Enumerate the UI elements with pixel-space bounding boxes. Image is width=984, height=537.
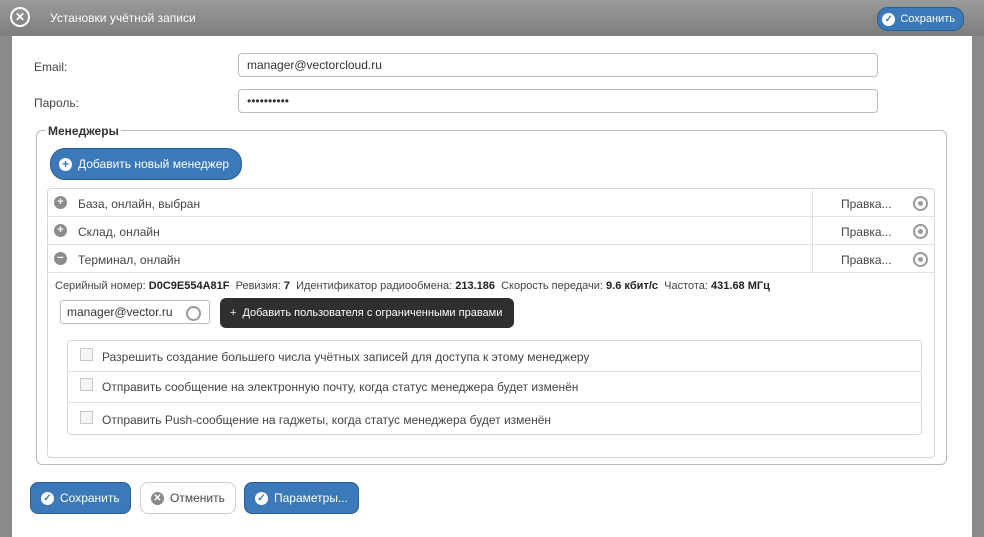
- password-field[interactable]: ••••••••••: [238, 89, 878, 113]
- check-icon: ✓: [882, 12, 896, 26]
- manager-details: Серийный номер: D0C9E554A81F Ревизия: 7 …: [55, 280, 770, 292]
- serial-value: D0C9E554A81F: [148, 280, 230, 292]
- manager-row[interactable]: + База, онлайн, выбран Правка...: [47, 189, 935, 217]
- edit-link[interactable]: Правка...: [841, 225, 892, 239]
- email-value: manager@vectorcloud.ru: [247, 58, 382, 72]
- add-restricted-user-button[interactable]: + Добавить пользователя с ограниченными …: [220, 298, 515, 328]
- checkbox[interactable]: [80, 411, 93, 424]
- expand-icon[interactable]: +: [54, 196, 67, 209]
- revision-value: 7: [283, 280, 290, 292]
- parameters-label: Параметры...: [274, 491, 348, 505]
- clear-icon[interactable]: [186, 306, 201, 321]
- radio-id-value: 213.186: [455, 280, 495, 292]
- window-frame-left: [0, 36, 12, 537]
- window-frame-right: [972, 36, 984, 537]
- gear-icon[interactable]: [913, 224, 928, 239]
- plus-icon: +: [230, 307, 237, 319]
- user-email-value: manager@vector.ru: [67, 305, 173, 319]
- collapse-icon[interactable]: −: [54, 252, 67, 265]
- cancel-button[interactable]: ✕ Отменить: [140, 482, 236, 514]
- manager-name: Терминал, онлайн: [78, 253, 181, 267]
- add-user-label: Добавить пользователя с ограниченными пр…: [242, 307, 503, 319]
- cancel-icon: ✕: [151, 491, 164, 505]
- expand-icon[interactable]: +: [54, 224, 67, 237]
- password-value: ••••••••••: [247, 94, 290, 108]
- manager-name: База, онлайн, выбран: [78, 197, 201, 211]
- freq-label: Частота:: [664, 280, 708, 292]
- password-label: Пароль:: [34, 96, 79, 110]
- add-manager-label: Добавить новый менеджер: [78, 157, 230, 171]
- checkbox[interactable]: [80, 348, 93, 361]
- check-icon: ✓: [255, 491, 268, 505]
- save-label: Сохранить: [60, 491, 120, 505]
- option-label: Отправить Push-сообщение на гаджеты, ког…: [102, 413, 552, 427]
- window-titlebar: ✕ Установки учётной записи ✓ Сохранить: [0, 0, 984, 36]
- manager-row[interactable]: + Склад, онлайн Правка...: [47, 217, 935, 245]
- gear-icon[interactable]: [913, 196, 928, 211]
- email-label: Email:: [34, 60, 68, 74]
- cancel-label: Отменить: [170, 491, 225, 505]
- column-divider: [812, 189, 813, 216]
- managers-legend: Менеджеры: [46, 124, 121, 138]
- save-button[interactable]: ✓ Сохранить: [30, 482, 131, 514]
- save-button-top[interactable]: ✓ Сохранить: [877, 7, 964, 31]
- speed-label: Скорость передачи:: [501, 280, 603, 292]
- option-label: Отправить сообщение на электронную почту…: [102, 380, 579, 394]
- window-title: Установки учётной записи: [50, 11, 196, 25]
- plus-icon: +: [59, 157, 72, 171]
- option-divider: [67, 371, 922, 372]
- parameters-button[interactable]: ✓ Параметры...: [244, 482, 359, 514]
- column-divider: [812, 245, 813, 272]
- gear-icon[interactable]: [913, 252, 928, 267]
- revision-label: Ревизия:: [235, 280, 281, 292]
- speed-value: 9.6 кбит/с: [606, 280, 659, 292]
- option-divider: [67, 402, 922, 403]
- radio-id-label: Идентификатор радиообмена:: [296, 280, 453, 292]
- option-label: Разрешить создание большего числа учётны…: [102, 350, 590, 364]
- manager-row[interactable]: − Терминал, онлайн Правка...: [47, 245, 935, 273]
- column-divider: [812, 217, 813, 244]
- check-icon: ✓: [41, 491, 54, 505]
- freq-value: 431.68 МГц: [711, 280, 770, 292]
- add-manager-button[interactable]: + Добавить новый менеджер: [50, 148, 243, 180]
- email-field[interactable]: manager@vectorcloud.ru: [238, 53, 878, 77]
- serial-label: Серийный номер:: [55, 280, 146, 292]
- save-button-top-label: Сохранить: [900, 13, 955, 25]
- edit-link[interactable]: Правка...: [841, 253, 892, 267]
- manager-name: Склад, онлайн: [78, 225, 160, 239]
- close-icon[interactable]: ✕: [10, 7, 30, 27]
- checkbox[interactable]: [80, 378, 93, 391]
- edit-link[interactable]: Правка...: [841, 197, 892, 211]
